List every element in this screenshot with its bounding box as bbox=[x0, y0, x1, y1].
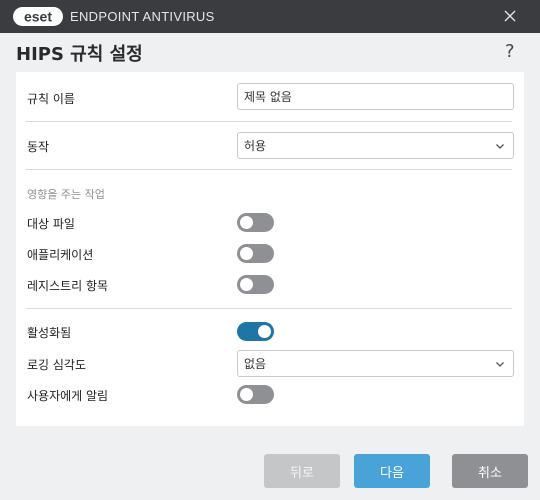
eset-logo: eset bbox=[13, 7, 63, 26]
close-icon[interactable] bbox=[502, 8, 518, 24]
enabled-label: 활성화됨 bbox=[27, 326, 72, 340]
registry-toggle[interactable] bbox=[237, 275, 274, 294]
toggle-knob bbox=[258, 325, 271, 338]
section-label: 영향을 주는 작업 bbox=[27, 188, 105, 201]
chevron-down-icon bbox=[496, 362, 504, 367]
divider bbox=[26, 169, 512, 170]
divider bbox=[26, 121, 512, 122]
action-value: 허용 bbox=[244, 139, 267, 153]
action-label: 동작 bbox=[27, 140, 50, 154]
notify-user-toggle[interactable] bbox=[237, 385, 274, 404]
divider bbox=[26, 308, 512, 309]
notify-user-label: 사용자에게 알림 bbox=[27, 389, 109, 403]
applications-toggle[interactable] bbox=[237, 244, 274, 263]
dialog-header: HIPS 규칙 설정 ? bbox=[0, 33, 540, 71]
toggle-knob bbox=[240, 388, 253, 401]
applications-label: 애플리케이션 bbox=[27, 248, 94, 262]
rule-name-value: 제목 없음 bbox=[244, 90, 292, 104]
toggle-knob bbox=[240, 278, 253, 291]
help-icon[interactable]: ? bbox=[505, 41, 515, 62]
target-files-toggle[interactable] bbox=[237, 213, 274, 232]
cancel-button[interactable]: 취소 bbox=[452, 454, 528, 488]
rule-name-input[interactable]: 제목 없음 bbox=[237, 83, 514, 110]
back-button[interactable]: 뒤로 bbox=[264, 454, 340, 488]
chevron-down-icon bbox=[496, 144, 504, 149]
logging-severity-label: 로깅 심각도 bbox=[27, 358, 87, 372]
page-title: HIPS 규칙 설정 bbox=[16, 44, 143, 65]
title-bar: eset ENDPOINT ANTIVIRUS bbox=[0, 0, 540, 33]
rule-name-label: 규칙 이름 bbox=[27, 92, 75, 106]
action-select[interactable]: 허용 bbox=[237, 132, 514, 159]
logging-severity-select[interactable]: 없음 bbox=[237, 350, 514, 377]
logging-severity-value: 없음 bbox=[244, 357, 267, 371]
svg-text:eset: eset bbox=[24, 9, 52, 25]
target-files-label: 대상 파일 bbox=[27, 217, 75, 231]
settings-panel: 규칙 이름 제목 없음 동작 허용 영향을 주는 작업 대상 파일 애플리케이션… bbox=[16, 72, 524, 426]
toggle-knob bbox=[240, 247, 253, 260]
enabled-toggle[interactable] bbox=[237, 322, 274, 341]
registry-label: 레지스트리 항목 bbox=[27, 279, 109, 293]
next-button[interactable]: 다음 bbox=[354, 454, 430, 488]
product-name: ENDPOINT ANTIVIRUS bbox=[70, 9, 215, 24]
toggle-knob bbox=[240, 216, 253, 229]
